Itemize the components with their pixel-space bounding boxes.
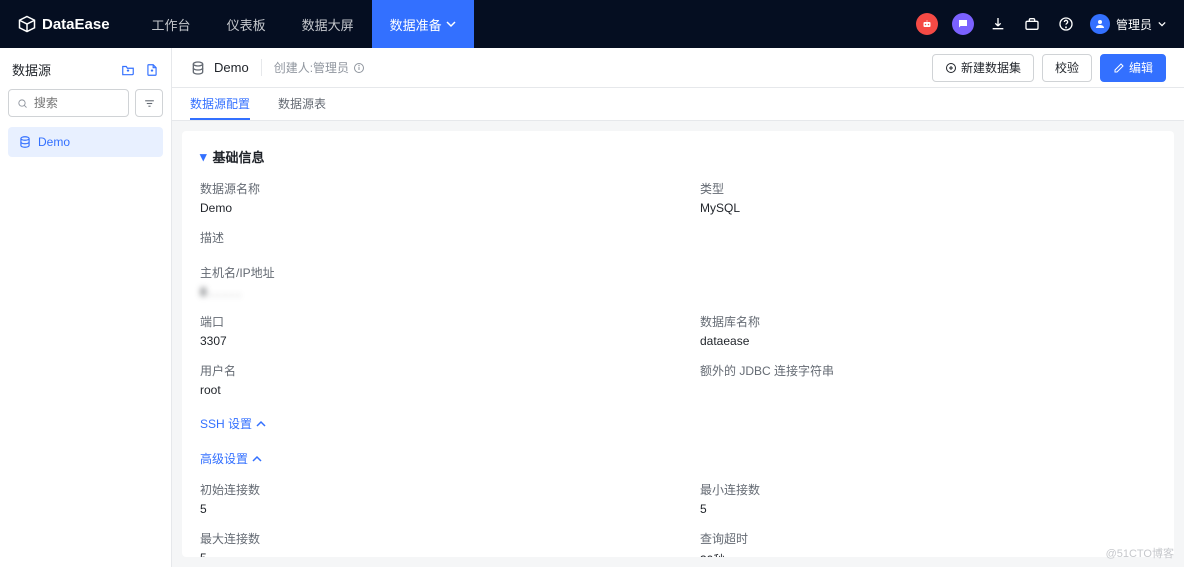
label-port: 端口 (200, 313, 680, 330)
section-basic[interactable]: ▾ 基础信息 (200, 147, 1156, 166)
user-menu[interactable]: 管理员 (1090, 14, 1166, 34)
value-db: dataease (700, 334, 1156, 348)
top-nav: DataEase 工作台 仪表板 数据大屏 数据准备 管理员 (0, 0, 1184, 48)
label-desc: 描述 (200, 229, 1156, 246)
robot-icon[interactable] (916, 13, 938, 35)
logo-icon (18, 15, 36, 33)
new-datasource-icon[interactable] (145, 63, 159, 77)
advanced-settings-link[interactable]: 高级设置 (200, 450, 1156, 467)
label-timeout: 查询超时 (700, 530, 1156, 547)
filter-button[interactable] (135, 89, 163, 117)
label-host: 主机名/IP地址 (200, 264, 1156, 281)
caret-up-icon (252, 454, 262, 464)
value-port: 3307 (200, 334, 680, 348)
label-min: 最小连接数 (700, 481, 1156, 498)
caret-down-icon (446, 19, 456, 29)
label-max: 最大连接数 (200, 530, 680, 547)
search-input-wrapper[interactable] (8, 89, 129, 117)
sidebar-item-label: Demo (38, 135, 70, 149)
value-name: Demo (200, 201, 680, 215)
label-name: 数据源名称 (200, 180, 680, 197)
label-db: 数据库名称 (700, 313, 1156, 330)
content: Demo 创建人:管理员 新建数据集 校验 编辑 数据源配置 数据源表 ▾ 基础… (172, 48, 1184, 567)
tabs: 数据源配置 数据源表 (172, 88, 1184, 121)
label-init: 初始连接数 (200, 481, 680, 498)
brand-text: DataEase (42, 16, 110, 33)
nav-right: 管理员 (916, 13, 1166, 35)
value-min: 5 (700, 502, 1156, 516)
ssh-settings-link[interactable]: SSH 设置 (200, 415, 1156, 432)
caret-down-icon (1158, 20, 1166, 28)
tab-config[interactable]: 数据源配置 (190, 88, 250, 120)
header-bar: Demo 创建人:管理员 新建数据集 校验 编辑 (172, 48, 1184, 88)
nav-item-screen[interactable]: 数据大屏 (284, 0, 372, 48)
avatar-icon (1090, 14, 1110, 34)
datasource-icon (18, 135, 32, 149)
sidebar-item-demo[interactable]: Demo (8, 127, 163, 157)
value-init: 5 (200, 502, 680, 516)
creator-label: 创建人:管理员 (274, 59, 349, 76)
page-title: Demo (214, 60, 249, 75)
chat-icon[interactable] (952, 13, 974, 35)
sidebar-title: 数据源 (12, 60, 51, 79)
datasource-icon (190, 60, 206, 76)
value-type: MySQL (700, 201, 1156, 215)
nav-item-workspace[interactable]: 工作台 (134, 0, 209, 48)
config-panel: ▾ 基础信息 数据源名称 Demo 类型 MySQL 描述 主机名/IP地址 8 . … (182, 131, 1174, 557)
edit-icon (1113, 62, 1125, 74)
label-type: 类型 (700, 180, 1156, 197)
watermark: @51CTO博客 (1106, 545, 1174, 561)
label-user: 用户名 (200, 362, 680, 379)
search-icon (17, 97, 28, 110)
toolbox-icon[interactable] (1022, 14, 1042, 34)
validate-button[interactable]: 校验 (1042, 54, 1092, 82)
value-host: 8 . . . . . (200, 285, 240, 299)
search-input[interactable] (34, 96, 120, 110)
nav-item-dataprep[interactable]: 数据准备 (372, 0, 474, 48)
caret-down-icon: ▾ (200, 149, 207, 165)
download-icon[interactable] (988, 14, 1008, 34)
value-max: 5 (200, 551, 680, 557)
tab-tables[interactable]: 数据源表 (278, 88, 326, 120)
label-jdbc: 额外的 JDBC 连接字符串 (700, 362, 1156, 379)
edit-button[interactable]: 编辑 (1100, 54, 1166, 82)
help-icon[interactable] (1056, 14, 1076, 34)
value-timeout: 30秒 (700, 551, 1156, 557)
info-icon[interactable] (353, 62, 365, 74)
caret-up-icon (256, 419, 266, 429)
sidebar: 数据源 Demo (0, 48, 172, 567)
value-user: root (200, 383, 680, 397)
brand-logo[interactable]: DataEase (18, 15, 110, 33)
nav-item-dashboard[interactable]: 仪表板 (209, 0, 284, 48)
new-folder-icon[interactable] (121, 63, 135, 77)
user-name: 管理员 (1116, 16, 1152, 33)
new-dataset-button[interactable]: 新建数据集 (932, 54, 1034, 82)
nav-items: 工作台 仪表板 数据大屏 数据准备 (134, 0, 474, 48)
plus-circle-icon (945, 62, 957, 74)
